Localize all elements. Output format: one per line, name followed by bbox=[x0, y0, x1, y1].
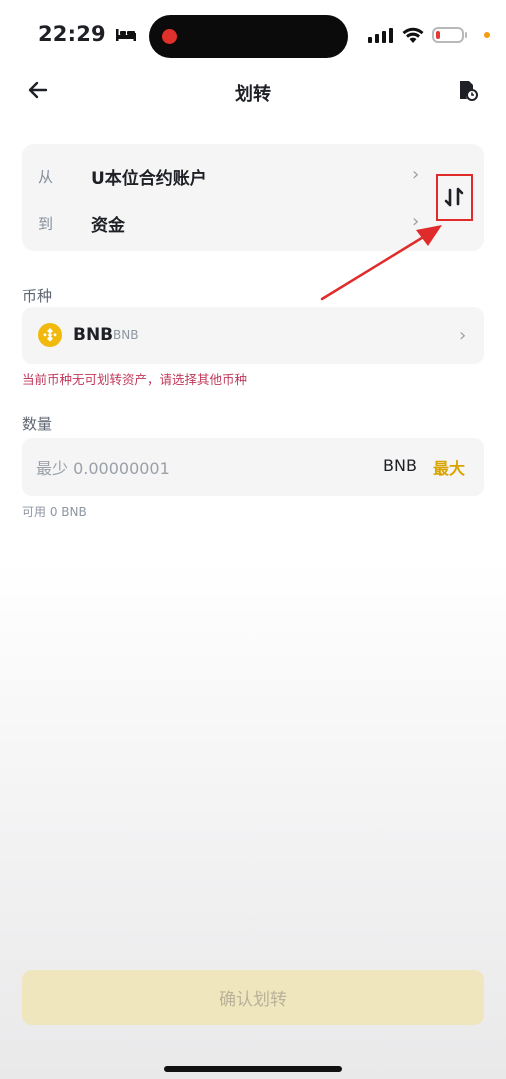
sleep-bed-icon bbox=[116, 29, 137, 41]
bnb-coin-icon bbox=[38, 323, 62, 347]
home-indicator[interactable] bbox=[164, 1066, 342, 1072]
chevron-right-icon[interactable]: › bbox=[412, 211, 419, 232]
battery-icon bbox=[432, 27, 467, 43]
coin-error-message: 当前币种无可划转资产，请选择其他币种 bbox=[22, 372, 248, 387]
to-label: 到 bbox=[38, 215, 54, 233]
coin-name: BNB bbox=[113, 328, 139, 342]
max-button[interactable]: 最大 bbox=[433, 455, 465, 479]
chevron-right-icon[interactable]: › bbox=[459, 325, 466, 346]
coin-symbol: BNB bbox=[73, 325, 114, 345]
swap-direction-icon[interactable] bbox=[443, 186, 465, 208]
dynamic-island bbox=[149, 15, 348, 58]
status-time: 22:29 bbox=[38, 22, 137, 46]
wifi-icon bbox=[402, 27, 424, 43]
to-account-selector[interactable]: 资金 bbox=[91, 211, 125, 236]
coin-section-label: 币种 bbox=[22, 287, 53, 305]
available-balance: 可用 0 BNB bbox=[22, 505, 87, 519]
amount-input[interactable] bbox=[36, 456, 336, 480]
from-label: 从 bbox=[38, 168, 54, 186]
transfer-history-icon[interactable] bbox=[455, 78, 479, 102]
recording-indicator-icon bbox=[162, 29, 177, 44]
page-title: 划转 bbox=[235, 84, 271, 105]
cellular-signal-icon bbox=[368, 27, 393, 43]
amount-unit: BNB bbox=[383, 456, 417, 475]
confirm-transfer-button[interactable]: 确认划转 bbox=[22, 970, 484, 1025]
from-account-selector[interactable]: U本位合约账户 bbox=[91, 164, 207, 189]
privacy-indicator-icon bbox=[484, 32, 490, 38]
amount-section-label: 数量 bbox=[22, 415, 53, 433]
chevron-right-icon[interactable]: › bbox=[412, 164, 419, 185]
